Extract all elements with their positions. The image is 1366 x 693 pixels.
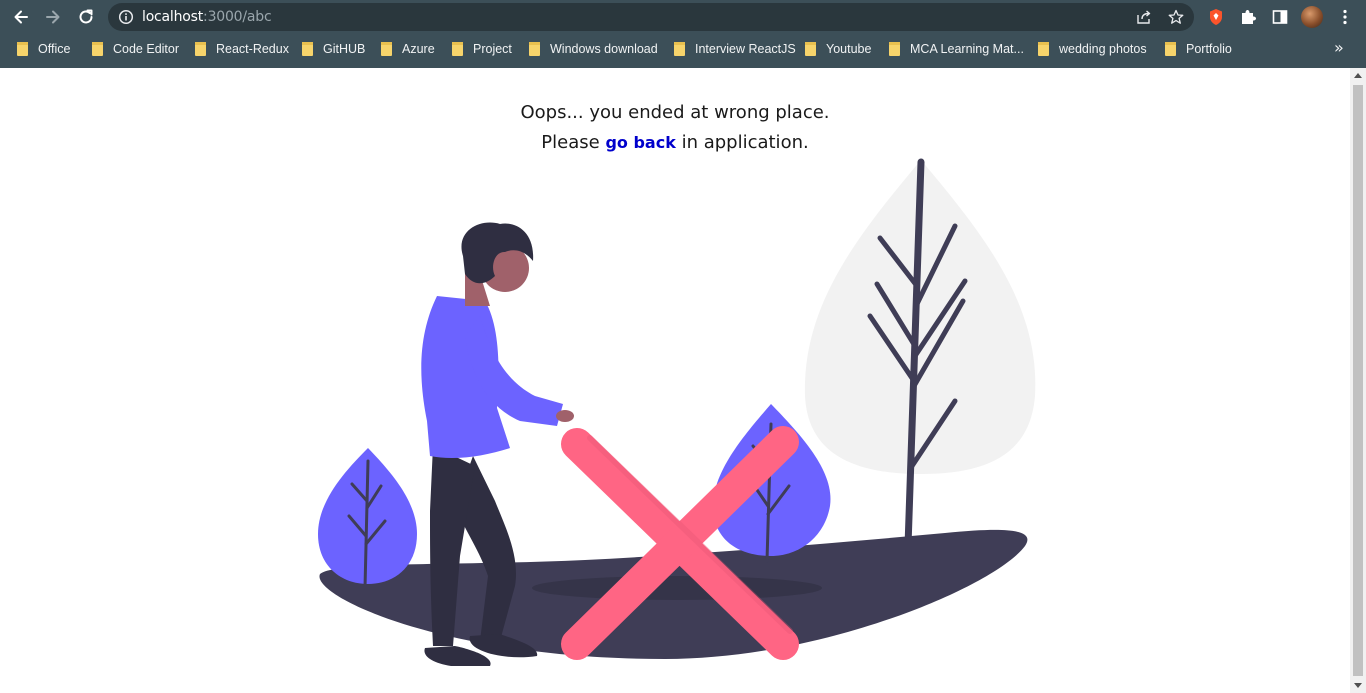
folder-icon <box>452 42 463 56</box>
folder-icon <box>529 42 540 56</box>
cross-shadow <box>532 576 822 600</box>
more-bookmarks-button[interactable]: » <box>1334 38 1352 58</box>
page-scrollbar[interactable] <box>1350 68 1366 693</box>
bookmark-label: Code Editor <box>113 42 180 56</box>
please-text: Please <box>541 132 600 153</box>
forward-arrow-icon <box>46 10 60 24</box>
in-application-text: in application. <box>681 132 809 153</box>
not-found-illustration <box>318 158 1036 666</box>
bookmark-react-redux[interactable]: React-Redux <box>195 39 289 59</box>
folder-icon <box>674 42 685 56</box>
bookmark-label: Office <box>38 42 71 56</box>
bookmark-label: Azure <box>402 42 435 56</box>
browser-chrome: localhost:3000/abc Office Code Editor Re… <box>0 0 1366 68</box>
folder-icon <box>17 42 28 56</box>
scroll-up-arrow-icon[interactable] <box>1354 73 1362 78</box>
scrollbar-thumb[interactable] <box>1353 85 1363 676</box>
bookmark-label: wedding photos <box>1059 42 1147 56</box>
bookmark-interview-reactjs[interactable]: Interview ReactJS <box>674 39 796 59</box>
folder-icon <box>805 42 816 56</box>
bookmark-wedding-photos[interactable]: wedding photos <box>1038 39 1147 59</box>
reload-icon <box>79 9 93 24</box>
bookmark-azure[interactable]: Azure <box>381 39 435 59</box>
bookmark-project[interactable]: Project <box>452 39 512 59</box>
folder-icon <box>1038 42 1049 56</box>
forward-button[interactable] <box>41 5 65 29</box>
url-host: localhost <box>142 9 204 25</box>
bookmark-label: Portfolio <box>1186 42 1232 56</box>
bookmark-label: Project <box>473 42 512 56</box>
bookmark-label: Interview ReactJS <box>695 42 796 56</box>
folder-icon <box>1165 42 1176 56</box>
bookmark-label: MCA Learning Mat... <box>910 42 1024 56</box>
bookmark-label: Youtube <box>826 42 872 56</box>
bookmark-windows-download[interactable]: Windows download <box>529 39 658 59</box>
reload-button[interactable] <box>74 5 98 29</box>
url-text[interactable]: localhost:3000/abc <box>142 9 272 25</box>
folder-icon <box>381 42 392 56</box>
bookmarks-bar: Office Code Editor React-Redux GitHUB Az… <box>0 36 1366 62</box>
info-icon[interactable] <box>118 9 134 29</box>
folder-icon <box>195 42 206 56</box>
address-bar[interactable]: localhost:3000/abc <box>108 3 1194 31</box>
puzzle-icon[interactable] <box>1237 6 1259 28</box>
bookmark-portfolio[interactable]: Portfolio <box>1165 39 1232 59</box>
profile-avatar[interactable] <box>1301 6 1323 28</box>
page-content: Oops... you ended at wrong place. Please… <box>0 68 1350 693</box>
bookmark-label: React-Redux <box>216 42 289 56</box>
folder-icon <box>302 42 313 56</box>
side-panel-icon[interactable] <box>1269 6 1291 28</box>
browser-toolbar: localhost:3000/abc <box>0 0 1366 34</box>
folder-icon <box>889 42 900 56</box>
bookmark-youtube[interactable]: Youtube <box>805 39 871 59</box>
share-icon[interactable] <box>1135 8 1153 26</box>
back-button[interactable] <box>9 5 33 29</box>
bookmark-label: Windows download <box>550 42 658 56</box>
brave-shield-icon[interactable] <box>1205 6 1227 28</box>
folder-icon <box>92 42 103 56</box>
url-path: :3000/abc <box>203 9 272 25</box>
go-back-message: Please go back in application. <box>0 132 1350 153</box>
bookmark-code-editor[interactable]: Code Editor <box>92 39 179 59</box>
back-arrow-icon <box>14 10 28 24</box>
error-message: Oops... you ended at wrong place. <box>520 102 830 123</box>
scroll-down-arrow-icon[interactable] <box>1354 683 1362 688</box>
kebab-menu-icon[interactable] <box>1334 6 1356 28</box>
bookmark-label: GitHUB <box>323 42 366 56</box>
bookmark-office[interactable]: Office <box>17 39 70 59</box>
star-icon[interactable] <box>1167 8 1185 26</box>
bookmark-github[interactable]: GitHUB <box>302 39 365 59</box>
bookmark-mca-learning[interactable]: MCA Learning Mat... <box>889 39 1024 59</box>
go-back-link[interactable]: go back <box>605 133 675 152</box>
